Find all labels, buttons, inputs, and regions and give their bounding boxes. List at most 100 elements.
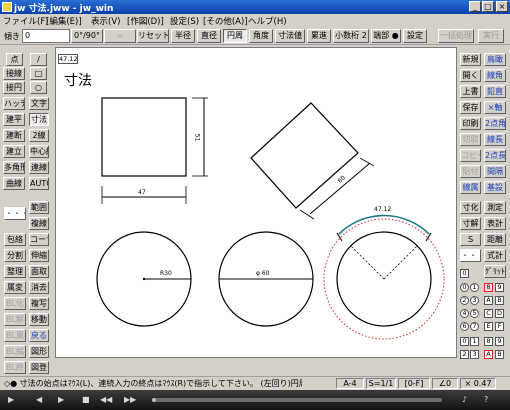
close-button[interactable]: × xyxy=(496,1,508,12)
layer-row-2[interactable]: 2 xyxy=(460,350,469,359)
circumference-button[interactable]: 円周 xyxy=(223,29,247,43)
play-icon[interactable]: ▶ xyxy=(8,396,14,404)
menu-other[interactable]: [その他(A)] xyxy=(203,15,248,27)
menu-edit[interactable]: [編集(E)] xyxy=(46,15,82,27)
measure-button[interactable]: 測定 xyxy=(484,201,506,214)
two-point-angle-button[interactable]: 2点角 xyxy=(484,117,506,130)
centerline-button[interactable]: 中心線 xyxy=(29,145,49,158)
move-button[interactable]: 移動 xyxy=(29,313,49,326)
line-tool-icon[interactable]: / xyxy=(30,53,47,66)
layer-e[interactable]: E xyxy=(484,322,493,331)
layer-6[interactable]: 6 xyxy=(460,322,469,331)
execute-button[interactable]: 実行 xyxy=(478,29,504,43)
open-button[interactable]: 開く xyxy=(460,69,481,82)
cumulative-button[interactable]: 累進 xyxy=(307,29,331,43)
layer-row-9[interactable]: 9 xyxy=(495,337,504,346)
forward-icon[interactable]: ▶▶ xyxy=(124,396,136,404)
angle-value[interactable]: ∠0 xyxy=(432,378,458,389)
envelope-button[interactable]: 包絡 xyxy=(4,233,26,246)
menu-settings[interactable]: 設定(S) xyxy=(170,15,199,27)
rect-tool-button[interactable]: □ xyxy=(30,67,47,80)
layer-row-1[interactable]: 1 xyxy=(470,337,479,346)
new-button[interactable]: 新規 xyxy=(460,53,481,66)
x-axis-button[interactable]: ×軸 xyxy=(484,101,506,114)
layer-range[interactable]: [0-F] xyxy=(398,378,430,389)
radius-button[interactable]: 半径 xyxy=(171,29,195,43)
chamfer-button[interactable]: 面取 xyxy=(29,265,49,278)
double-line-button[interactable]: 2線 xyxy=(29,129,49,142)
zoom-value[interactable]: × 0.47 xyxy=(460,378,496,389)
text-button[interactable]: 文字 xyxy=(29,97,49,110)
grid-button[interactable]: ｸﾞﾘｯﾄﾞ xyxy=(484,265,506,278)
line-type-selector[interactable]: ・・・・ xyxy=(4,207,26,220)
plan-button[interactable]: 建平 xyxy=(3,113,25,126)
print-button[interactable]: 印刷 xyxy=(460,117,481,130)
table-calc-button[interactable]: 表計 xyxy=(484,217,506,230)
angle-toggle-button[interactable]: 0°/90° xyxy=(71,29,103,43)
layer-4[interactable]: 4 xyxy=(460,309,469,318)
polygon-button[interactable]: 多角形 xyxy=(3,161,25,174)
dim-release-button[interactable]: 寸解 xyxy=(460,217,481,230)
auto-button[interactable]: AUTO xyxy=(29,177,49,190)
layer-2[interactable]: 2 xyxy=(460,296,469,305)
layer-3[interactable]: 3 xyxy=(470,296,479,305)
layer-group-icon[interactable]: 0 xyxy=(460,269,469,278)
help-icon[interactable]: ? xyxy=(484,396,488,404)
point-tool-button[interactable]: 点 xyxy=(6,53,23,66)
shape-register-button[interactable]: 図登 xyxy=(29,361,49,374)
overwrite-button[interactable]: 上書 xyxy=(460,85,481,98)
rewind-icon[interactable]: ◀◀ xyxy=(100,396,112,404)
elevation-button[interactable]: 建立 xyxy=(3,145,25,158)
formula-button[interactable]: 式計 xyxy=(484,249,506,262)
vertical-button[interactable]: 鉛直 xyxy=(484,85,506,98)
drawing-canvas[interactable]: 47.12 寸法 47 51 60 R30 φ 60 47.12 xyxy=(55,47,457,358)
circle-tool-button[interactable]: ○ xyxy=(30,81,47,94)
layer-5[interactable]: 5 xyxy=(470,309,479,318)
volume-icon[interactable]: ♪ xyxy=(462,396,467,404)
layer-row-3[interactable]: 3 xyxy=(470,350,479,359)
angle-button[interactable]: 角度 xyxy=(249,29,273,43)
s-button[interactable]: Ｓ xyxy=(460,233,481,246)
block-end-button[interactable]: BL終 xyxy=(4,361,26,374)
layer-7[interactable]: 7 xyxy=(470,322,479,331)
range-button[interactable]: 範囲 xyxy=(29,201,49,214)
prev-icon[interactable]: ◀ xyxy=(36,396,42,404)
erase-button[interactable]: 消去 xyxy=(29,281,49,294)
end-mark-button[interactable]: 端部 ● xyxy=(371,29,401,43)
menu-file[interactable]: ファイル(F) xyxy=(3,15,49,27)
dim-convert-button[interactable]: 寸化 xyxy=(460,201,481,214)
section-button[interactable]: 建断 xyxy=(3,129,25,142)
divide-button[interactable]: 分割 xyxy=(4,249,26,262)
seek-bar[interactable] xyxy=(152,398,442,402)
layer-b[interactable]: B xyxy=(495,296,504,305)
layer-1[interactable]: 1 xyxy=(470,283,479,292)
organize-button[interactable]: 整理 xyxy=(4,265,26,278)
maximize-button[interactable]: □ xyxy=(482,1,494,12)
diameter-button[interactable]: 直径 xyxy=(197,29,221,43)
layer-9[interactable]: 9 xyxy=(495,283,504,292)
offset-button[interactable]: 複線 xyxy=(29,217,49,230)
copy-clip-button[interactable]: コピー xyxy=(460,149,481,162)
attr-change-button[interactable]: 属変 xyxy=(4,281,26,294)
layer-d[interactable]: D xyxy=(495,309,504,318)
settings-button[interactable]: 設定 xyxy=(403,29,427,43)
hatch-button[interactable]: ハッチ xyxy=(3,97,25,110)
connect-line-button[interactable]: 連線 xyxy=(29,161,49,174)
line-angle-button[interactable]: 線角 xyxy=(484,69,506,82)
dash-button[interactable]: = xyxy=(104,29,136,43)
distance-button[interactable]: 距離 xyxy=(484,233,506,246)
stop-icon[interactable]: ■ xyxy=(82,396,90,404)
minimize-button[interactable]: _ xyxy=(469,1,481,12)
layer-row-0[interactable]: 0 xyxy=(460,337,469,346)
layer-0[interactable]: 0 xyxy=(460,283,469,292)
scale-value[interactable]: S=1/1 xyxy=(366,378,396,389)
two-point-length-button[interactable]: 2点長 xyxy=(484,149,506,162)
batch-process-button[interactable]: 一括処理 xyxy=(438,29,474,43)
dimension-button[interactable]: 寸法 xyxy=(29,113,49,126)
line-attr-button[interactable]: 線属 xyxy=(460,181,481,194)
copy-button[interactable]: 複写 xyxy=(29,297,49,310)
slope-input[interactable]: 0 xyxy=(22,29,70,43)
block-release-button[interactable]: BL解 xyxy=(4,313,26,326)
next-icon[interactable]: ▶ xyxy=(58,396,64,404)
decimals-button[interactable]: 小数桁 2 xyxy=(333,29,369,43)
